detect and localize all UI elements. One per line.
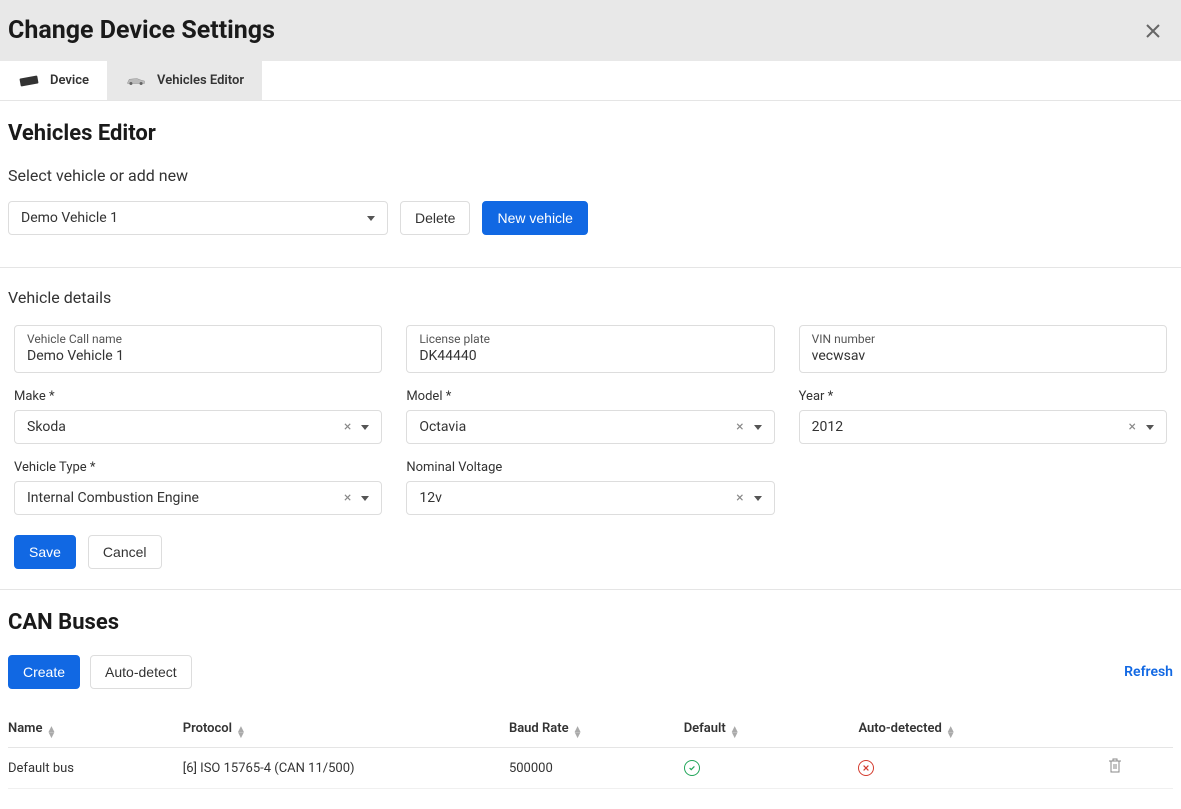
sort-icon: ▲▼ bbox=[573, 727, 583, 739]
vehicle-select-value: Demo Vehicle 1 bbox=[21, 210, 118, 226]
modal-title: Change Device Settings bbox=[8, 16, 275, 45]
new-vehicle-button[interactable]: New vehicle bbox=[482, 201, 587, 235]
field-label: License plate bbox=[419, 332, 761, 346]
create-button[interactable]: Create bbox=[8, 655, 80, 689]
make-select[interactable]: Skoda × bbox=[14, 410, 382, 444]
clear-icon[interactable]: × bbox=[736, 491, 743, 505]
field-value: DK44440 bbox=[419, 348, 761, 364]
chevron-down-icon bbox=[1146, 425, 1154, 430]
nominal-voltage-label: Nominal Voltage bbox=[406, 460, 774, 475]
combo-value: 12v bbox=[419, 490, 442, 506]
nominal-voltage-select[interactable]: 12v × bbox=[406, 481, 774, 515]
tab-device[interactable]: Device bbox=[0, 61, 107, 100]
model-select[interactable]: Octavia × bbox=[406, 410, 774, 444]
modal-header: Change Device Settings bbox=[0, 0, 1181, 61]
can-buses-section: CAN Buses Create Auto-detect Refresh Nam… bbox=[0, 590, 1181, 809]
chevron-down-icon bbox=[361, 425, 369, 430]
combo-value: Internal Combustion Engine bbox=[27, 490, 199, 506]
vehicles-editor-section: Vehicles Editor Select vehicle or add ne… bbox=[0, 101, 1181, 268]
vehicle-type-label: Vehicle Type * bbox=[14, 460, 382, 475]
save-button[interactable]: Save bbox=[14, 535, 76, 569]
chevron-down-icon bbox=[754, 425, 762, 430]
vin-input[interactable]: VIN number vecwsav bbox=[799, 325, 1167, 373]
vehicle-details-title: Vehicle details bbox=[8, 288, 1173, 307]
field-value: vecwsav bbox=[812, 348, 1154, 364]
device-icon bbox=[18, 74, 40, 88]
col-default[interactable]: Default▲▼ bbox=[684, 713, 859, 748]
sort-icon: ▲▼ bbox=[236, 727, 246, 739]
can-buses-title: CAN Buses bbox=[8, 610, 1173, 635]
tab-vehicles-editor[interactable]: Vehicles Editor bbox=[107, 61, 262, 100]
clear-icon[interactable]: × bbox=[344, 420, 351, 434]
select-vehicle-label: Select vehicle or add new bbox=[8, 166, 1173, 185]
check-circle-icon bbox=[684, 760, 700, 776]
trash-icon[interactable] bbox=[1108, 763, 1122, 778]
clear-icon[interactable]: × bbox=[344, 491, 351, 505]
tab-label: Device bbox=[50, 73, 89, 88]
delete-button[interactable]: Delete bbox=[400, 201, 470, 235]
sort-icon: ▲▼ bbox=[946, 727, 956, 739]
chevron-down-icon bbox=[367, 216, 375, 221]
clear-icon[interactable]: × bbox=[1129, 420, 1136, 434]
field-value: Demo Vehicle 1 bbox=[27, 348, 369, 364]
cell-actions bbox=[1056, 748, 1173, 789]
field-label: VIN number bbox=[812, 332, 1154, 346]
col-baud-rate[interactable]: Baud Rate▲▼ bbox=[509, 713, 684, 748]
sort-icon: ▲▼ bbox=[46, 727, 56, 739]
cell-default bbox=[684, 748, 859, 789]
combo-value: 2012 bbox=[812, 419, 843, 435]
can-buses-table: Name▲▼ Protocol▲▼ Baud Rate▲▼ Default▲▼ … bbox=[8, 713, 1173, 789]
chevron-down-icon bbox=[754, 496, 762, 501]
table-row: Default bus [6] ISO 15765-4 (CAN 11/500)… bbox=[8, 748, 1173, 789]
vehicle-call-name-input[interactable]: Vehicle Call name Demo Vehicle 1 bbox=[14, 325, 382, 373]
vehicle-type-select[interactable]: Internal Combustion Engine × bbox=[14, 481, 382, 515]
col-name[interactable]: Name▲▼ bbox=[8, 713, 183, 748]
cell-baud-rate: 500000 bbox=[509, 748, 684, 789]
car-icon bbox=[125, 74, 147, 88]
cell-name: Default bus bbox=[8, 748, 183, 789]
x-circle-icon bbox=[858, 760, 874, 776]
close-icon[interactable] bbox=[1145, 23, 1161, 39]
vehicle-select[interactable]: Demo Vehicle 1 bbox=[8, 201, 388, 235]
combo-value: Skoda bbox=[27, 419, 66, 435]
year-label: Year * bbox=[799, 389, 1167, 404]
sort-icon: ▲▼ bbox=[730, 727, 740, 739]
cell-protocol: [6] ISO 15765-4 (CAN 11/500) bbox=[183, 748, 509, 789]
field-label: Vehicle Call name bbox=[27, 332, 369, 346]
cancel-button[interactable]: Cancel bbox=[88, 535, 162, 569]
chevron-down-icon bbox=[361, 496, 369, 501]
clear-icon[interactable]: × bbox=[736, 420, 743, 434]
col-protocol[interactable]: Protocol▲▼ bbox=[183, 713, 509, 748]
combo-value: Octavia bbox=[419, 419, 466, 435]
year-select[interactable]: 2012 × bbox=[799, 410, 1167, 444]
col-autodetected[interactable]: Auto-detected▲▼ bbox=[858, 713, 1056, 748]
model-label: Model * bbox=[406, 389, 774, 404]
tab-label: Vehicles Editor bbox=[157, 73, 244, 88]
cell-autodetected bbox=[858, 748, 1056, 789]
license-plate-input[interactable]: License plate DK44440 bbox=[406, 325, 774, 373]
make-label: Make * bbox=[14, 389, 382, 404]
vehicle-details-section: Vehicle details Vehicle Call name Demo V… bbox=[0, 268, 1181, 590]
tabs: Device Vehicles Editor bbox=[0, 61, 1181, 101]
refresh-button[interactable]: Refresh bbox=[1124, 664, 1173, 680]
section-title: Vehicles Editor bbox=[8, 121, 1173, 146]
auto-detect-button[interactable]: Auto-detect bbox=[90, 655, 192, 689]
